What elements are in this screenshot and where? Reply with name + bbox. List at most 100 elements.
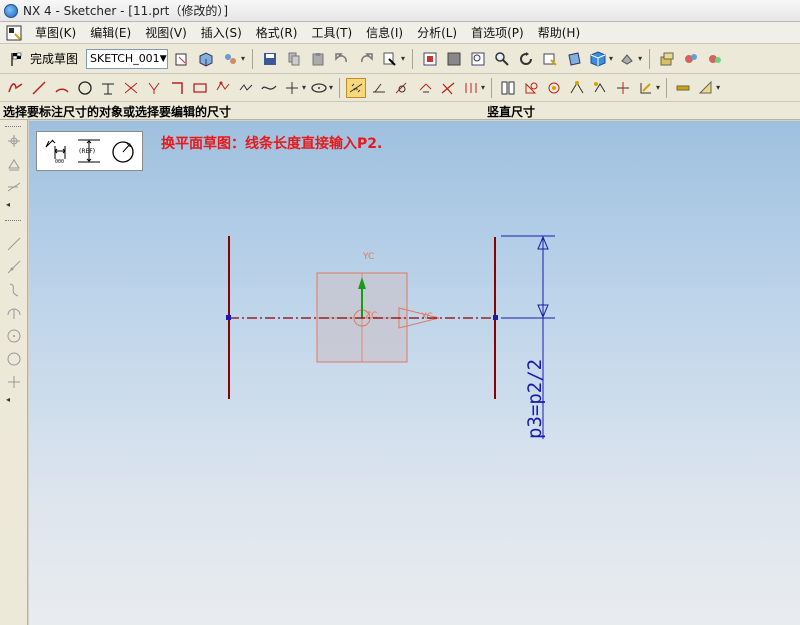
chevron-down-icon[interactable]: ▾ <box>241 54 245 63</box>
graphics-window[interactable]: 000 (REF) 换平面草图：线条长度直接输入P2. YC ZC XC p3=… <box>29 121 800 625</box>
quick-trim-icon[interactable] <box>98 78 118 98</box>
datum-axis-icon[interactable] <box>4 178 24 196</box>
show-hide-icon[interactable] <box>681 49 701 69</box>
reattach-icon[interactable] <box>196 49 216 69</box>
point-icon[interactable] <box>4 373 24 391</box>
redo-icon[interactable] <box>356 49 376 69</box>
layer-settings-icon[interactable] <box>657 49 677 69</box>
toolbar-separator <box>491 77 493 98</box>
cue-line: 选择要标注尺寸的对象或选择要编辑的尺寸 竖直尺寸 <box>0 102 800 120</box>
point-tool-icon[interactable] <box>282 78 302 98</box>
quick-extend-icon[interactable] <box>121 78 141 98</box>
ellipse-tool-icon[interactable] <box>309 78 329 98</box>
menu-information[interactable]: 信息(I) <box>359 24 410 41</box>
save-icon[interactable] <box>260 49 280 69</box>
line-icon[interactable] <box>4 235 24 253</box>
snap-icon[interactable] <box>696 78 716 98</box>
spline-tool-icon[interactable] <box>259 78 279 98</box>
datum-plane-icon[interactable] <box>4 155 24 173</box>
menu-format[interactable]: 格式(R) <box>249 24 305 41</box>
menu-sketch[interactable]: 草图(K) <box>28 24 83 41</box>
menu-analysis[interactable]: 分析(L) <box>410 24 464 41</box>
inferred-dimension-icon[interactable]: ⇔ <box>346 77 367 98</box>
rectangle-tool-icon[interactable] <box>190 78 210 98</box>
left-endpoint[interactable] <box>226 315 231 320</box>
chevron-down-icon[interactable]: ▾ <box>329 83 333 92</box>
sketch-name-select[interactable]: SKETCH_001 ▼ <box>86 48 169 69</box>
blank-icon[interactable] <box>705 49 725 69</box>
project-curve-icon[interactable] <box>613 78 633 98</box>
chevron-down-icon[interactable]: ▾ <box>716 83 720 92</box>
more-tools-icon[interactable]: ◂ <box>6 395 10 404</box>
edit-defining-string-icon[interactable] <box>567 78 587 98</box>
spline-icon[interactable] <box>4 281 24 299</box>
analysis-line-icon[interactable] <box>673 78 693 98</box>
toolbar-separator <box>649 48 651 69</box>
chevron-down-icon[interactable]: ▾ <box>302 83 306 92</box>
point-constructor-icon[interactable] <box>4 132 24 150</box>
line-tool-icon[interactable] <box>29 78 49 98</box>
chevron-down-icon[interactable]: ▾ <box>656 83 660 92</box>
right-endpoint[interactable] <box>493 315 498 320</box>
offset-curve-icon[interactable] <box>544 78 564 98</box>
more-tools-icon[interactable]: ◂ <box>6 200 10 209</box>
menu-help[interactable]: 帮助(H) <box>531 24 587 41</box>
circle-tool-icon[interactable] <box>75 78 95 98</box>
circle-icon[interactable] <box>4 350 24 368</box>
toolbar-separator <box>412 48 414 69</box>
zoom-window-icon[interactable] <box>444 49 464 69</box>
shaded-cube-icon[interactable] <box>588 49 608 69</box>
finish-sketch-button[interactable]: 完成草图 <box>6 50 82 67</box>
menu-tools[interactable]: 工具(T) <box>304 24 359 41</box>
copy-icon[interactable] <box>284 49 304 69</box>
sketch-curve-toolbar: ▾ ▾ ⇔ ▾ ▾ ▾ <box>0 74 800 102</box>
fillet-icon[interactable] <box>144 78 164 98</box>
toolbar-grip[interactable] <box>5 220 21 223</box>
show-all-constraints-icon[interactable] <box>438 78 458 98</box>
polygon-tool-icon[interactable] <box>213 78 233 98</box>
auto-constraints-icon[interactable] <box>415 78 435 98</box>
rotate-icon[interactable] <box>516 49 536 69</box>
chevron-down-icon[interactable]: ▾ <box>609 54 613 63</box>
mirror-icon[interactable] <box>521 78 541 98</box>
menu-edit[interactable]: 编辑(E) <box>83 24 138 41</box>
profile-icon[interactable] <box>6 78 26 98</box>
geometric-constraints-icon[interactable] <box>369 78 389 98</box>
pan-icon[interactable] <box>540 49 560 69</box>
select-filter-icon[interactable] <box>380 49 400 69</box>
paste-icon[interactable] <box>308 49 328 69</box>
chevron-down-icon[interactable]: ▾ <box>481 83 485 92</box>
constraints-icon[interactable] <box>392 78 412 98</box>
sketch-options-icon[interactable] <box>636 78 656 98</box>
orient-view-icon[interactable] <box>172 49 192 69</box>
chevron-down-icon[interactable]: ▾ <box>401 54 405 63</box>
undo-icon[interactable] <box>332 49 352 69</box>
window-title: NX 4 - Sketcher - [11.prt（修改的）] <box>23 4 229 18</box>
dimension-expression[interactable]: p3=p2/2 <box>524 359 546 439</box>
wireframe-icon[interactable] <box>617 49 637 69</box>
circle-center-icon[interactable] <box>4 327 24 345</box>
chevron-down-icon[interactable]: ▾ <box>638 54 642 63</box>
menu-view[interactable]: 视图(V) <box>138 24 194 41</box>
finish-sketch-label: 完成草图 <box>30 52 79 66</box>
menu-insert[interactable]: 插入(S) <box>194 24 249 41</box>
studio-spline-icon[interactable] <box>236 78 256 98</box>
fit-view-icon[interactable] <box>420 49 440 69</box>
toolbar-separator <box>666 77 668 98</box>
corner-icon[interactable] <box>167 78 187 98</box>
magnifier-icon[interactable] <box>492 49 512 69</box>
toolbar-grip[interactable] <box>5 126 21 129</box>
sketch-toolbar: 完成草图 SKETCH_001 ▼ ▾ ▾ ▾ ▾ <box>0 44 800 74</box>
zoom-icon[interactable] <box>468 49 488 69</box>
arc-tool-icon[interactable] <box>52 78 72 98</box>
checkered-flag-icon <box>11 52 22 66</box>
svg-text:⇔: ⇔ <box>353 86 358 93</box>
alternate-solution-icon[interactable] <box>498 78 518 98</box>
perspective-icon[interactable] <box>564 49 584 69</box>
menu-preferences[interactable]: 首选项(P) <box>464 24 531 41</box>
update-model-icon[interactable] <box>220 49 240 69</box>
arc-icon[interactable] <box>4 304 24 322</box>
add-extracted-curve-icon[interactable] <box>590 78 610 98</box>
animate-dimension-icon[interactable] <box>461 78 481 98</box>
line-point-icon[interactable] <box>4 258 24 276</box>
